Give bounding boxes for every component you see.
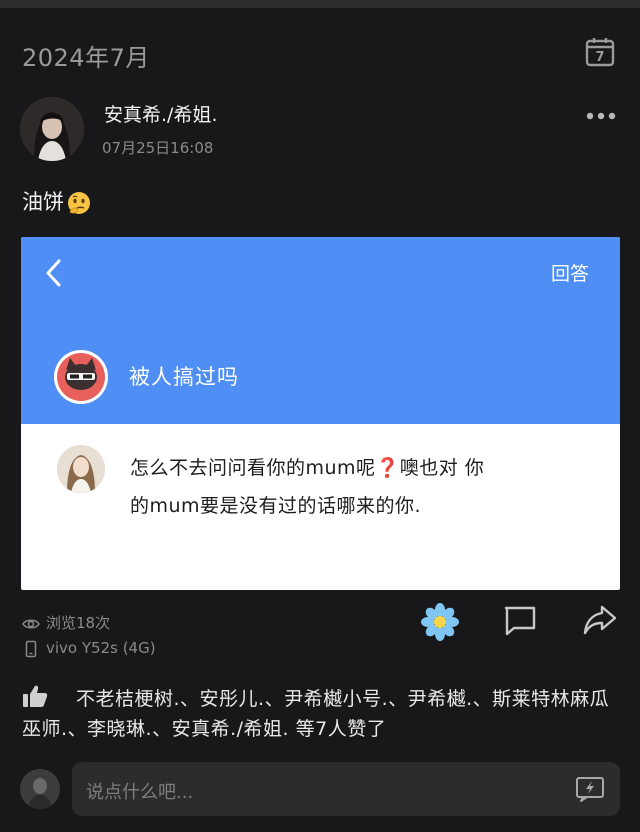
view-count: 浏览18次 — [22, 612, 110, 633]
answer-label: 回答 — [551, 263, 590, 285]
answer-text: 怎么不去问问看你的mum呢❓噢也对 你 的mum要是没有过的话哪来的你. — [130, 449, 600, 525]
calendar-icon[interactable]: 7 — [584, 36, 616, 68]
question-avatar — [54, 350, 108, 404]
view-count-text: 浏览18次 — [46, 614, 111, 632]
likes-list: 不老桔梗树.、安彤儿.、尹希樾小号.、尹希樾.、斯莱特林麻瓜巫师.、李晓琳.、安… — [22, 684, 622, 744]
top-status-strip — [0, 0, 640, 8]
comment-placeholder: 说点什么吧... — [86, 782, 194, 803]
phone-icon — [25, 640, 37, 657]
screenshot-header-band: 回答 被人搞过吗 — [21, 237, 620, 424]
embedded-screenshot-image[interactable]: 回答 被人搞过吗 怎么不去问问看你的mum呢❓噢也对 你 的mum要是没有过的话… — [21, 237, 620, 590]
thinking-face-icon — [68, 192, 90, 214]
avatar[interactable] — [20, 97, 84, 161]
month-header: 2024年7月 — [22, 44, 150, 72]
thumbs-up-icon — [23, 685, 48, 707]
post-username[interactable]: 安真希./希姐. — [104, 100, 217, 127]
question-text: 被人搞过吗 — [129, 365, 239, 389]
answer-line-1: 怎么不去问问看你的mum呢❓噢也对 你 — [130, 457, 485, 479]
my-avatar-image — [20, 769, 60, 809]
answerer-avatar — [57, 445, 105, 493]
post-timestamp: 07月25日16:08 — [102, 139, 214, 157]
answerer-avatar-image — [57, 445, 105, 493]
device-info: vivo Y52s (4G) — [22, 639, 156, 658]
likes-text: 不老桔梗树.、安彤儿.、尹希樾小号.、尹希樾.、斯莱特林麻瓜巫师.、李晓琳.、安… — [22, 688, 610, 740]
share-icon[interactable] — [582, 603, 618, 637]
flash-icon[interactable] — [575, 776, 605, 802]
eye-icon — [22, 619, 40, 628]
more-icon[interactable] — [585, 110, 617, 122]
device-text: vivo Y52s (4G) — [46, 639, 156, 657]
comment-icon[interactable] — [502, 604, 538, 638]
my-avatar[interactable] — [20, 769, 60, 809]
back-icon — [46, 259, 61, 287]
answer-line-2: 的mum要是没有过的话哪来的你. — [130, 495, 422, 517]
comment-input[interactable]: 说点什么吧... — [72, 762, 620, 816]
calendar-day: 7 — [595, 50, 604, 65]
avatar-image — [20, 97, 84, 161]
post-text: 油饼 — [22, 190, 64, 214]
flower-icon[interactable] — [421, 603, 459, 641]
masked-cat-icon — [57, 353, 105, 401]
post-body: 油饼 — [22, 186, 92, 216]
